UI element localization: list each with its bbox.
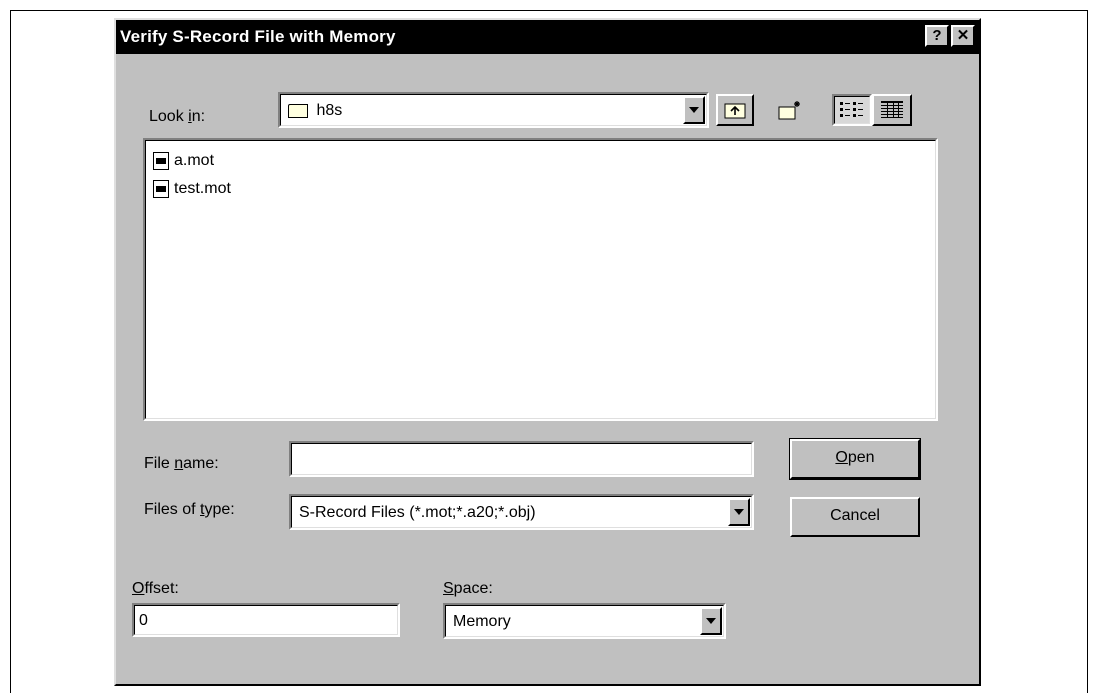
list-view-button[interactable]	[832, 94, 872, 126]
new-folder-icon	[778, 101, 800, 120]
details-view-icon	[881, 101, 903, 118]
title-bar: Verify S-Record File with Memory ? ✕	[116, 20, 979, 54]
file-list[interactable]: a.mot test.mot	[143, 138, 938, 421]
help-button[interactable]: ?	[925, 25, 949, 47]
list-view-icon	[840, 102, 863, 117]
dialog-title: Verify S-Record File with Memory	[120, 27, 396, 46]
list-item[interactable]: a.mot	[153, 152, 214, 174]
close-button[interactable]: ✕	[951, 25, 975, 47]
details-view-button[interactable]	[872, 94, 912, 126]
space-dropdown-arrow[interactable]	[700, 607, 722, 635]
up-folder-icon	[724, 103, 746, 119]
create-new-folder-button[interactable]	[771, 94, 809, 126]
space-value: Memory	[453, 613, 511, 630]
offset-label: Offset:	[132, 580, 179, 597]
file-icon	[153, 152, 169, 170]
open-button[interactable]: Open	[789, 438, 921, 480]
file-icon	[153, 180, 169, 198]
look-in-dropdown-arrow[interactable]	[683, 96, 705, 124]
files-of-type-dropdown-arrow[interactable]	[728, 498, 750, 526]
files-of-type-value: S-Record Files (*.mot;*.a20;*.obj)	[299, 504, 536, 521]
files-of-type-select[interactable]: S-Record Files (*.mot;*.a20;*.obj)	[289, 494, 754, 530]
folder-icon	[288, 104, 308, 118]
cancel-button[interactable]: Cancel	[790, 497, 920, 537]
file-name-label: File name:	[144, 455, 219, 472]
list-item[interactable]: test.mot	[153, 180, 231, 202]
look-in-value: h8s	[316, 102, 343, 119]
files-of-type-label: Files of type:	[144, 501, 235, 518]
space-label: Space:	[443, 580, 493, 597]
verify-srecord-dialog: Verify S-Record File with Memory ? ✕ Loo…	[114, 18, 981, 686]
offset-input[interactable]: 0	[132, 603, 400, 637]
file-name-input[interactable]	[289, 441, 754, 477]
look-in-label: Look in:	[149, 108, 206, 125]
space-select[interactable]: Memory	[443, 603, 726, 639]
look-in-select[interactable]: h8s	[278, 92, 709, 128]
up-one-level-button[interactable]	[716, 94, 754, 126]
